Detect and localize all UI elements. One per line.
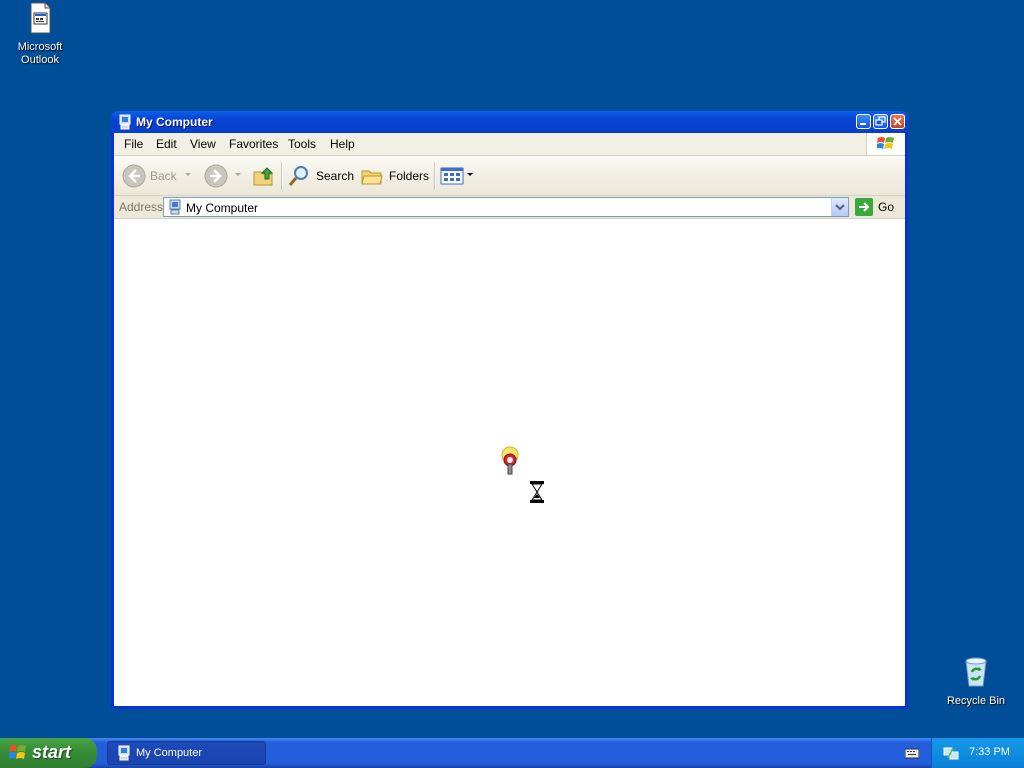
- restore-icon: [875, 116, 886, 126]
- search-icon: [288, 166, 308, 186]
- window-frame: File Edit View Favorites Tools Help Back…: [114, 133, 905, 706]
- menu-help[interactable]: Help: [330, 137, 355, 151]
- keyboard-icon[interactable]: [905, 747, 919, 759]
- standard-toolbar: Back Search Folders: [114, 156, 905, 196]
- desktop-icon-label: Microsoft Outlook: [17, 41, 63, 66]
- chevron-down-icon: [835, 204, 845, 211]
- start-button[interactable]: start: [0, 738, 97, 768]
- windows-logo: [866, 133, 905, 155]
- address-dropdown-button[interactable]: [831, 198, 848, 216]
- chevron-down-icon: [235, 173, 241, 176]
- desktop-icon-label: Recycle Bin: [946, 695, 1006, 707]
- back-label: Back: [150, 169, 177, 183]
- menu-file[interactable]: File: [124, 137, 143, 151]
- back-arrow-icon: [122, 164, 146, 188]
- recycle-bin-icon: [965, 657, 987, 687]
- views-button[interactable]: [440, 162, 476, 190]
- desktop-icon-recycle-bin[interactable]: Recycle Bin: [936, 656, 1016, 708]
- go-button[interactable]: Go: [855, 197, 903, 217]
- title-bar[interactable]: My Computer: [111, 111, 908, 133]
- system-tray: 7:33 PM: [931, 738, 1024, 768]
- taskbar-button-label: My Computer: [136, 747, 203, 759]
- windows-flag-icon: [877, 137, 894, 149]
- search-button[interactable]: Search: [287, 162, 355, 190]
- loading-pointer-icon: [501, 446, 519, 475]
- computer-icon: [169, 199, 181, 215]
- address-input[interactable]: My Computer: [163, 197, 849, 217]
- taskbar-button-my-computer[interactable]: My Computer: [107, 741, 266, 765]
- minimize-button[interactable]: [856, 114, 871, 129]
- search-label: Search: [316, 169, 355, 183]
- folders-icon: [361, 170, 383, 185]
- clock[interactable]: 7:33 PM: [969, 746, 1010, 758]
- toolbar-separator: [434, 162, 436, 190]
- up-folder-icon: [253, 167, 274, 186]
- toolbar-separator: [281, 162, 283, 190]
- menu-bar: File Edit View Favorites Tools Help: [114, 133, 905, 156]
- folders-button[interactable]: Folders: [360, 162, 430, 190]
- back-button[interactable]: Back: [122, 162, 191, 190]
- close-icon: [893, 117, 902, 126]
- menu-view[interactable]: View: [190, 137, 216, 151]
- outlook-file-icon: [30, 2, 51, 34]
- window-title: My Computer: [136, 115, 213, 129]
- taskbar: start My Computer 7:33 PM: [0, 738, 1024, 768]
- go-arrow-icon: [855, 198, 873, 216]
- views-icon: [440, 167, 464, 185]
- start-label: start: [32, 742, 72, 762]
- folders-label: Folders: [389, 169, 430, 183]
- forward-arrow-icon: [204, 164, 228, 188]
- computer-icon: [118, 745, 130, 761]
- my-computer-window: My Computer File Edit View Favorites Too…: [111, 111, 908, 709]
- chevron-down-icon: [185, 173, 191, 176]
- address-value: My Computer: [186, 201, 259, 215]
- maximize-button[interactable]: [873, 114, 888, 129]
- menu-favorites[interactable]: Favorites: [229, 137, 278, 151]
- computer-icon: [119, 114, 131, 130]
- minimize-icon: [860, 123, 866, 125]
- address-bar: Address My Computer Go: [114, 196, 905, 219]
- menu-edit[interactable]: Edit: [156, 137, 177, 151]
- windows-flag-icon: [9, 745, 26, 759]
- desktop-icon-outlook[interactable]: Microsoft Outlook: [0, 2, 80, 67]
- address-label: Address: [119, 200, 164, 214]
- menu-tools[interactable]: Tools: [288, 137, 316, 151]
- hourglass-cursor-icon: [530, 481, 544, 503]
- close-button[interactable]: [890, 114, 905, 129]
- network-icon[interactable]: [943, 745, 959, 761]
- chevron-down-icon: [467, 173, 473, 176]
- go-label: Go: [878, 200, 895, 214]
- up-folder-button[interactable]: [252, 162, 278, 190]
- forward-button[interactable]: [204, 162, 244, 190]
- folder-content-area[interactable]: [114, 219, 905, 706]
- window-controls: [854, 114, 905, 130]
